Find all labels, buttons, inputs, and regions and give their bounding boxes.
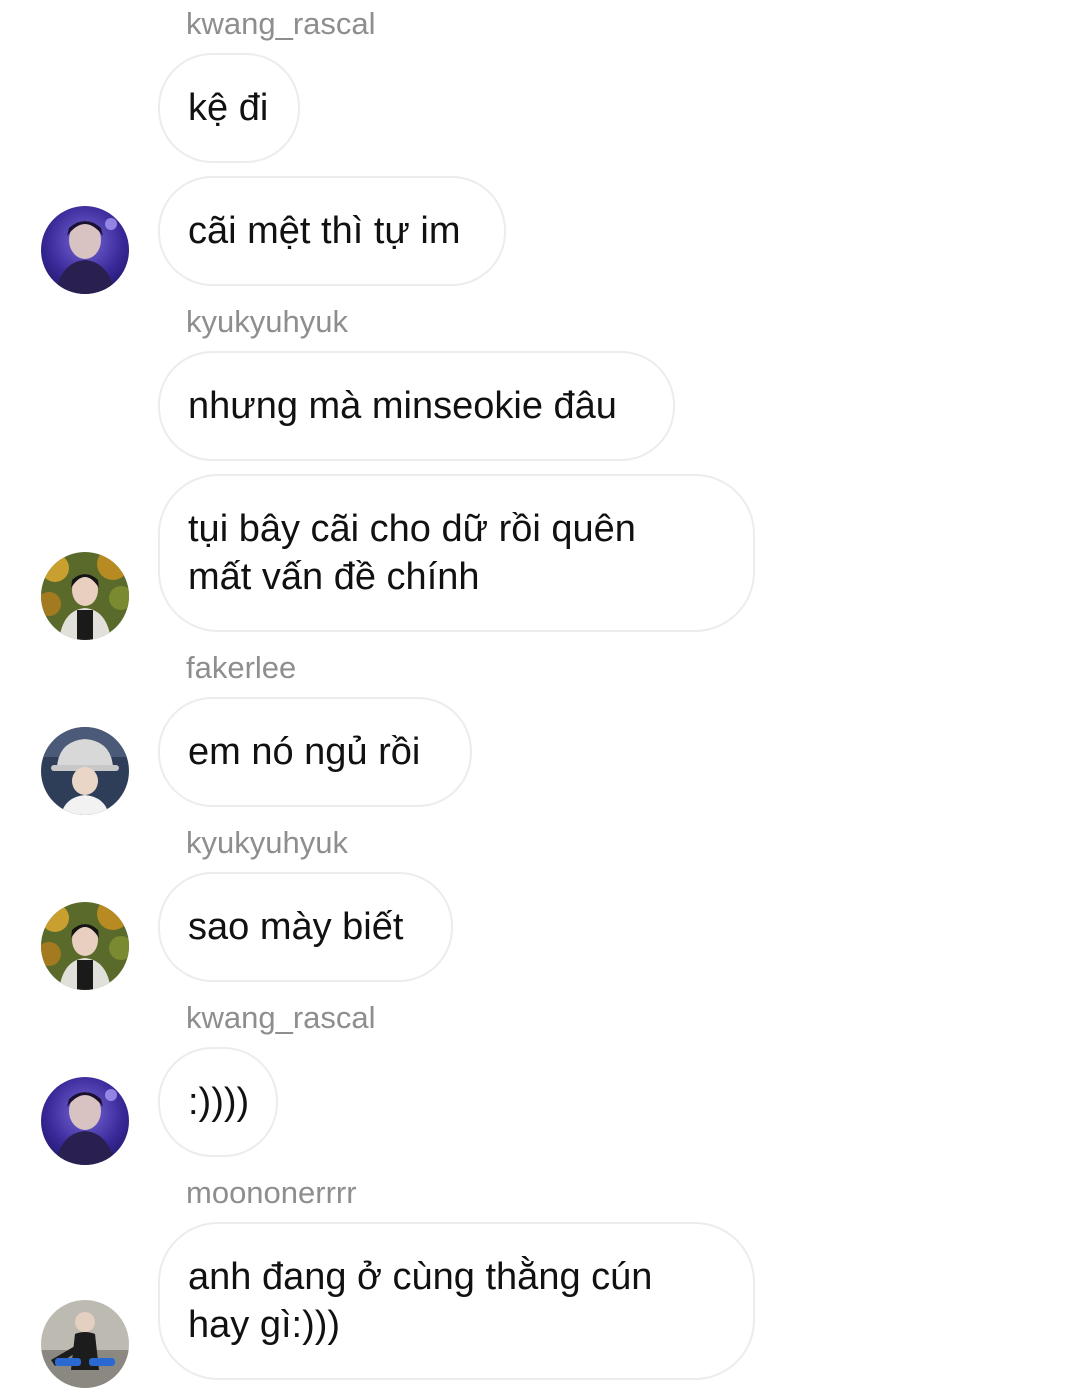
message-text: em nó ngủ rồi <box>188 730 421 773</box>
sender-username: fakerlee <box>186 650 297 685</box>
message-text: nhưng mà minseokie đâu <box>188 384 617 427</box>
sender-username: moononerrrr <box>186 1175 357 1210</box>
message-text: :)))) <box>188 1080 250 1123</box>
sender-username: kyukyuhyuk <box>186 825 348 860</box>
message-bubble[interactable]: cãi mệt thì tự im <box>158 176 506 286</box>
message-bubble[interactable]: tụi bây cãi cho dữ rồi quên mất vấn đề c… <box>158 474 755 632</box>
message-bubble[interactable]: em nó ngủ rồi <box>158 697 472 807</box>
avatar[interactable] <box>41 1300 129 1388</box>
avatar[interactable] <box>41 552 129 640</box>
message-text: anh đang ở cùng thằng cún hay gì:))) <box>188 1256 653 1346</box>
message-bubble[interactable]: :)))) <box>158 1047 278 1157</box>
sender-username: kwang_rascal <box>186 1000 376 1035</box>
message-text: sao mày biết <box>188 905 404 948</box>
sender-username: kwang_rascal <box>186 6 376 41</box>
message-text: tụi bây cãi cho dữ rồi quên mất vấn đề c… <box>188 508 636 598</box>
avatar[interactable] <box>41 727 129 815</box>
avatar[interactable] <box>41 206 129 294</box>
message-bubble[interactable]: sao mày biết <box>158 872 453 982</box>
avatar[interactable] <box>41 902 129 990</box>
message-bubble[interactable]: kệ đi <box>158 53 300 163</box>
message-text: cãi mệt thì tự im <box>188 209 461 252</box>
sender-username: kyukyuhyuk <box>186 304 348 339</box>
message-bubble[interactable]: anh đang ở cùng thằng cún hay gì:))) <box>158 1222 755 1380</box>
message-text: kệ đi <box>188 86 269 129</box>
avatar[interactable] <box>41 1077 129 1165</box>
message-bubble[interactable]: nhưng mà minseokie đâu <box>158 351 675 461</box>
